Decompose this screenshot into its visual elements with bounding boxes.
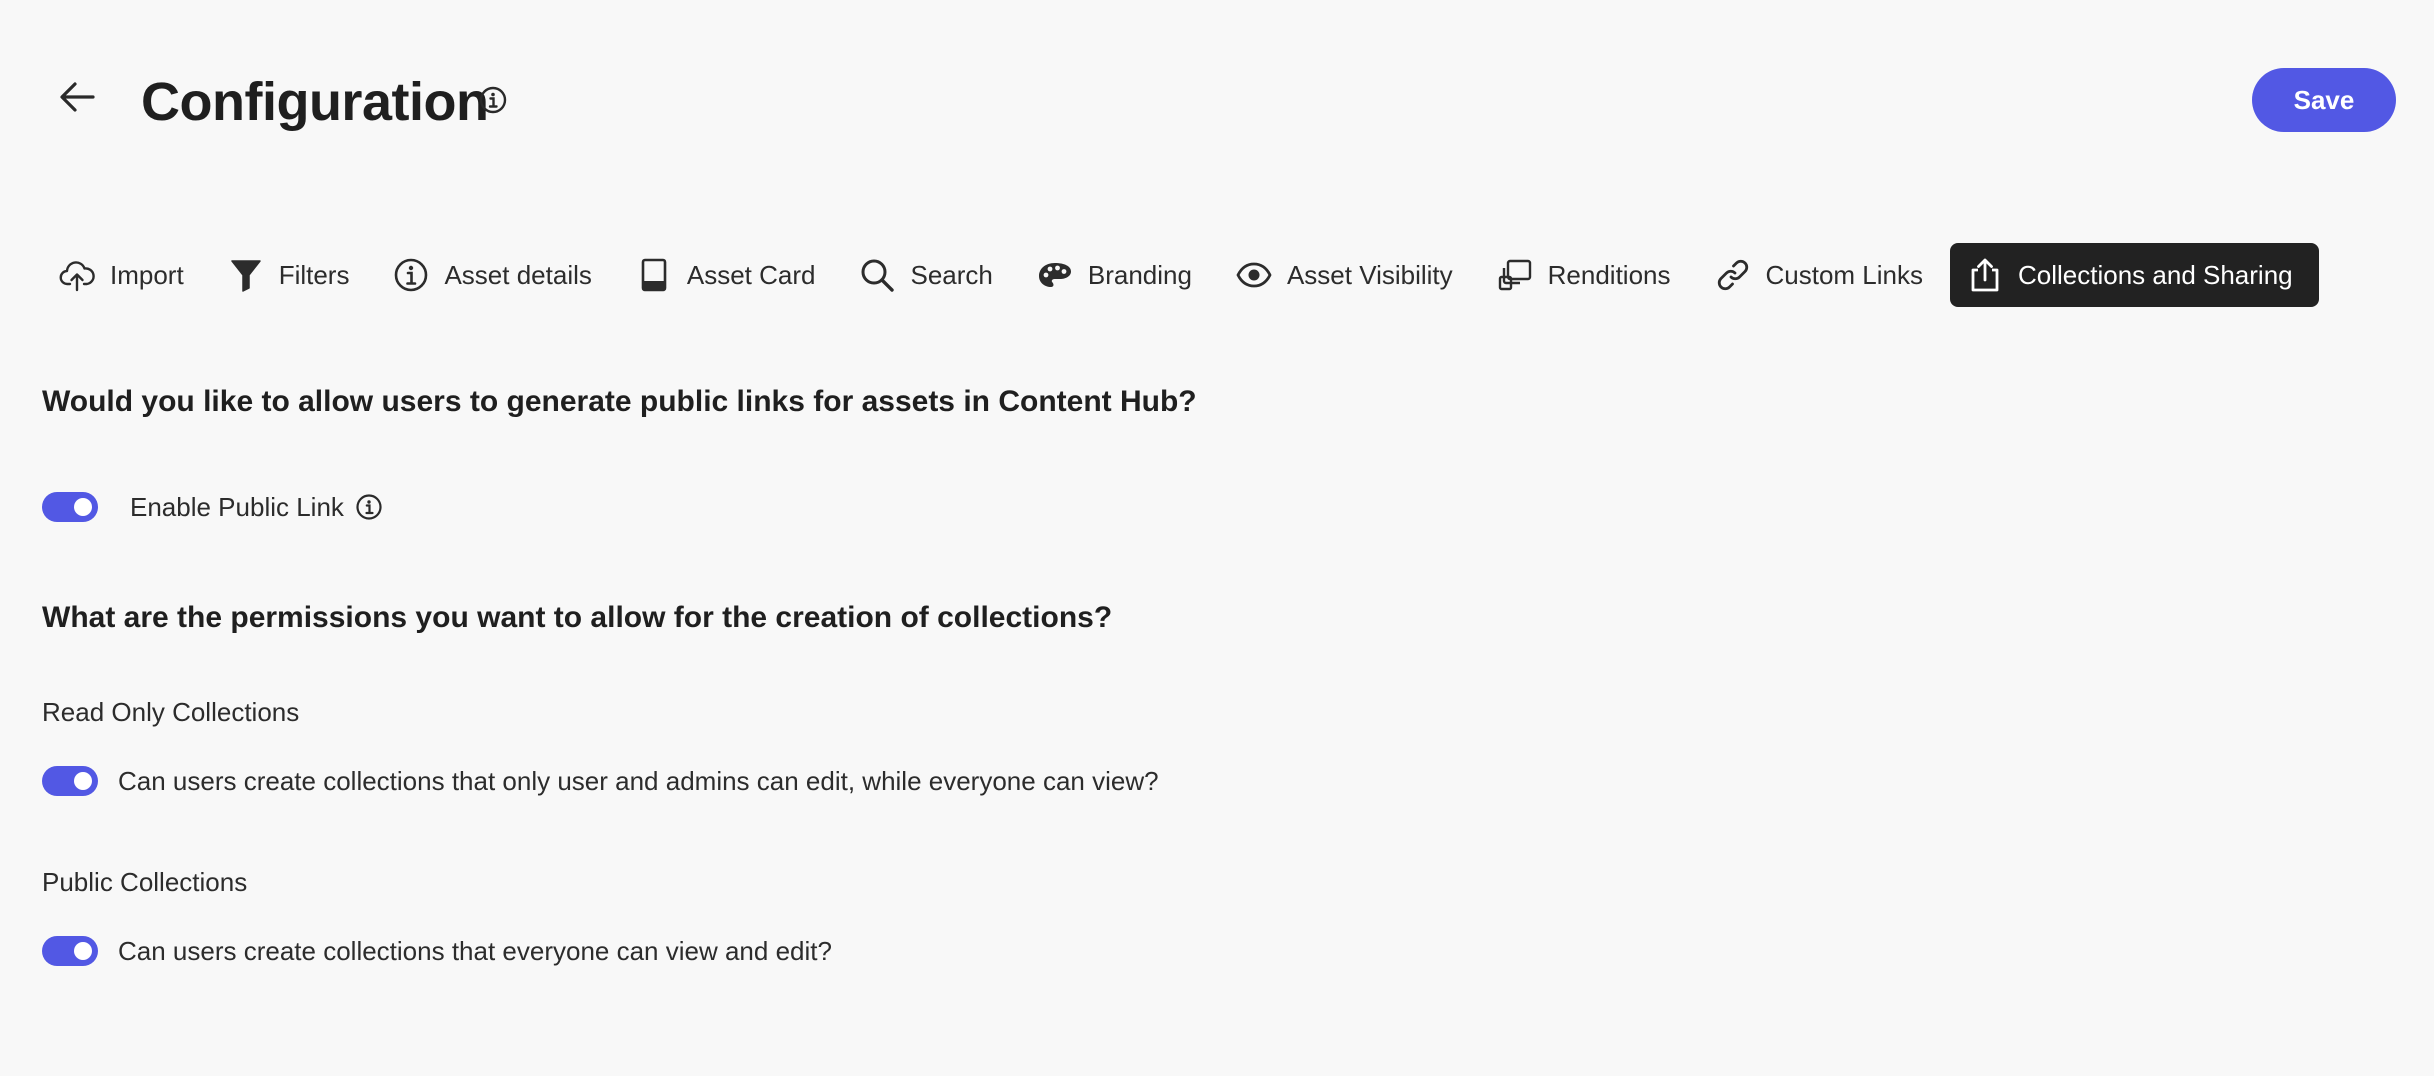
toggle-knob (74, 498, 92, 516)
info-circle-icon (395, 258, 428, 292)
enable-public-link-toggle[interactable] (42, 492, 98, 522)
tab-filters[interactable]: Filters (211, 243, 366, 307)
public-collections-label: Can users create collections that everyo… (118, 935, 832, 966)
public-link-toggle-row: Enable Public Link (42, 487, 384, 527)
toggle-knob (74, 942, 92, 960)
tab-search[interactable]: Search (842, 243, 1008, 307)
read-only-collections-toggle-row: Can users create collections that only u… (42, 761, 1159, 801)
public-collections-title: Public Collections (42, 867, 248, 897)
tab-label: Import (110, 259, 184, 290)
eye-icon (1236, 262, 1272, 288)
public-link-question: Would you like to allow users to generat… (42, 385, 1197, 418)
toggle-knob (74, 772, 92, 790)
arrow-left-icon (60, 82, 95, 112)
tab-branding[interactable]: Branding (1020, 243, 1208, 307)
config-tabs: Import Filters Asset details Asset Card (42, 243, 2319, 307)
enable-public-link-label: Enable Public Link (130, 491, 344, 522)
configuration-page: Configuration Save Import Filters Asset … (0, 0, 2434, 1076)
read-only-collections-toggle[interactable] (42, 766, 98, 796)
link-icon (1717, 259, 1748, 291)
read-only-collections-title: Read Only Collections (42, 697, 300, 727)
tab-asset-visibility[interactable]: Asset Visibility (1219, 243, 1469, 307)
tab-label: Filters (278, 259, 350, 290)
read-only-collections-label: Can users create collections that only u… (118, 765, 1159, 796)
public-collections-toggle[interactable] (42, 936, 98, 966)
tab-renditions[interactable]: Renditions (1480, 243, 1687, 307)
tab-label: Search (910, 259, 993, 290)
info-icon[interactable] (477, 84, 509, 116)
tab-asset-card[interactable]: Asset Card (619, 243, 832, 307)
collections-question: What are the permissions you want to all… (42, 601, 1113, 634)
tab-label: Collections and Sharing (2018, 259, 2293, 290)
back-button[interactable] (50, 70, 104, 124)
share-icon (1971, 258, 1999, 292)
tab-label: Asset details (444, 259, 592, 290)
renditions-icon (1498, 259, 1531, 291)
search-icon (861, 259, 895, 292)
public-collections-toggle-row: Can users create collections that everyo… (42, 931, 832, 971)
tab-label: Renditions (1547, 259, 1671, 290)
info-icon[interactable] (354, 492, 384, 522)
tab-collections-and-sharing[interactable]: Collections and Sharing (1950, 243, 2319, 307)
tab-label: Branding (1087, 259, 1192, 290)
card-icon (641, 258, 667, 292)
tab-label: Asset Visibility (1286, 259, 1453, 290)
tab-import[interactable]: Import (42, 243, 200, 307)
filter-icon (230, 260, 261, 292)
tab-label: Custom Links (1765, 259, 1924, 290)
tab-asset-details[interactable]: Asset details (376, 243, 607, 307)
tab-label: Asset Card (686, 259, 816, 290)
palette-icon (1038, 263, 1071, 287)
cloud-upload-icon (59, 261, 95, 292)
page-title: Configuration (141, 72, 489, 132)
tab-custom-links[interactable]: Custom Links (1698, 243, 1940, 307)
save-button[interactable]: Save (2252, 68, 2396, 132)
